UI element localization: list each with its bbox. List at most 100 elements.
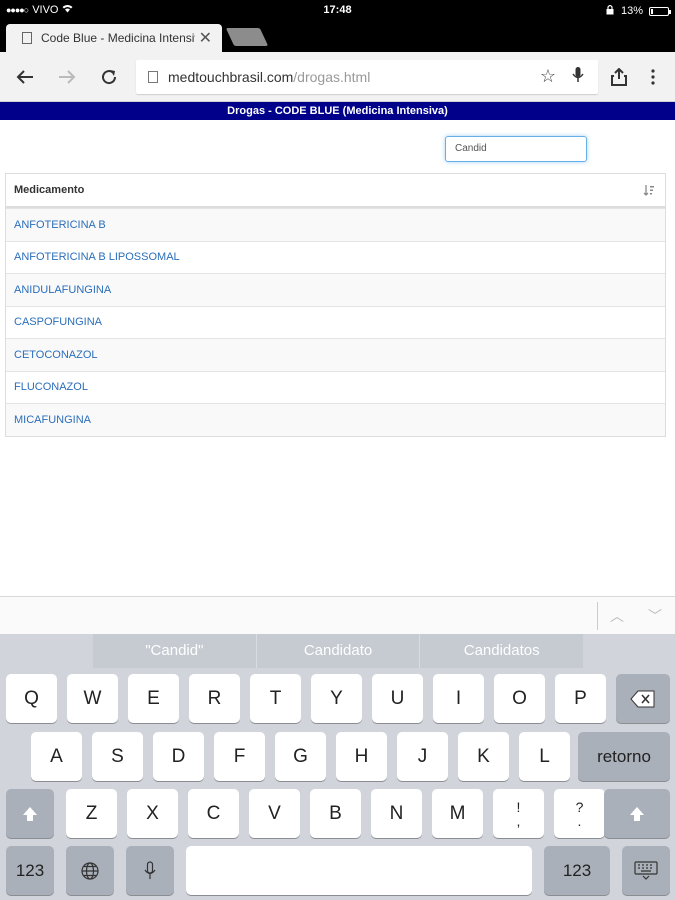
sort-icon[interactable] bbox=[643, 184, 655, 199]
key-label: Y bbox=[330, 687, 343, 709]
table-row[interactable]: MICAFUNGINA bbox=[6, 403, 665, 436]
key-r[interactable]: R bbox=[189, 674, 240, 723]
table-row[interactable]: CETOCONAZOL bbox=[6, 338, 665, 371]
address-bar[interactable]: medtouchbrasil.com/drogas.html ☆ bbox=[136, 60, 598, 94]
divider bbox=[597, 602, 598, 630]
share-icon bbox=[611, 68, 627, 86]
drug-link[interactable]: ANFOTERICINA B LIPOSSOMAL bbox=[14, 251, 180, 263]
key-f[interactable]: F bbox=[214, 732, 265, 781]
key-q[interactable]: Q bbox=[6, 674, 57, 723]
browser-toolbar: medtouchbrasil.com/drogas.html ☆ bbox=[0, 52, 675, 102]
key-label: W bbox=[83, 687, 102, 709]
hide-keyboard-key[interactable] bbox=[622, 846, 670, 895]
suggestion-item[interactable]: Candidato bbox=[257, 634, 421, 668]
drug-link[interactable]: ANIDULAFUNGINA bbox=[14, 284, 111, 296]
tab-close-icon[interactable]: ✕ bbox=[199, 28, 212, 48]
shift-icon bbox=[630, 806, 644, 821]
numbers-key[interactable]: 123 bbox=[6, 846, 54, 895]
key-label: B bbox=[329, 802, 342, 824]
key-question-period[interactable]: ?. bbox=[554, 789, 605, 838]
shift-key-right[interactable] bbox=[604, 789, 670, 838]
reload-button[interactable] bbox=[96, 64, 122, 90]
new-tab-button[interactable] bbox=[225, 28, 269, 46]
key-exclaim-comma[interactable]: !, bbox=[493, 789, 544, 838]
key-label: 123 bbox=[15, 860, 45, 880]
drug-link[interactable]: ANFOTERICINA B bbox=[14, 219, 106, 231]
dictation-key[interactable] bbox=[126, 846, 174, 895]
lock-rotation-icon bbox=[605, 4, 615, 18]
key-j[interactable]: J bbox=[397, 732, 448, 781]
page-title-banner: Drogas - CODE BLUE (Medicina Intensiva) bbox=[0, 102, 675, 120]
key-label: , bbox=[516, 812, 521, 829]
back-button[interactable] bbox=[12, 64, 38, 90]
drug-link[interactable]: MICAFUNGINA bbox=[14, 414, 91, 426]
key-o[interactable]: O bbox=[494, 674, 545, 723]
forward-button[interactable] bbox=[54, 64, 80, 90]
key-label: X bbox=[146, 802, 159, 824]
key-label: I bbox=[455, 687, 462, 709]
table-row[interactable]: ANFOTERICINA B LIPOSSOMAL bbox=[6, 240, 665, 274]
key-c[interactable]: C bbox=[188, 789, 239, 838]
key-label: O bbox=[512, 687, 527, 709]
key-label: Q bbox=[24, 687, 39, 709]
backspace-key[interactable] bbox=[616, 674, 670, 723]
table-header[interactable]: Medicamento bbox=[6, 174, 665, 208]
key-label: 123 bbox=[562, 860, 592, 880]
table-row[interactable]: FLUCONAZOL bbox=[6, 370, 665, 404]
drug-link[interactable]: FLUCONAZOL bbox=[14, 381, 88, 393]
key-label: H bbox=[354, 745, 369, 767]
key-v[interactable]: V bbox=[249, 789, 300, 838]
key-n[interactable]: N bbox=[371, 789, 422, 838]
key-m[interactable]: M bbox=[432, 789, 483, 838]
key-label: retorno bbox=[597, 746, 651, 766]
key-label: Z bbox=[85, 802, 98, 824]
key-h[interactable]: H bbox=[336, 732, 387, 781]
key-k[interactable]: K bbox=[458, 732, 509, 781]
key-d[interactable]: D bbox=[153, 732, 204, 781]
chevron-up-icon[interactable]: ︿ bbox=[610, 606, 624, 626]
key-label: V bbox=[268, 802, 281, 824]
forward-arrow-icon bbox=[59, 70, 76, 84]
key-w[interactable]: W bbox=[67, 674, 118, 723]
suggestion-item[interactable]: Candidatos bbox=[420, 634, 583, 668]
search-input[interactable]: Candid bbox=[445, 136, 587, 162]
key-s[interactable]: S bbox=[92, 732, 143, 781]
key-t[interactable]: T bbox=[250, 674, 301, 723]
key-l[interactable]: L bbox=[519, 732, 570, 781]
key-label: L bbox=[539, 745, 550, 767]
key-a[interactable]: A bbox=[31, 732, 82, 781]
key-p[interactable]: P bbox=[555, 674, 606, 723]
table-row[interactable]: CASPOFUNGINA bbox=[6, 305, 665, 339]
key-b[interactable]: B bbox=[310, 789, 361, 838]
numbers-key-right[interactable]: 123 bbox=[544, 846, 610, 895]
key-u[interactable]: U bbox=[372, 674, 423, 723]
browser-tab[interactable]: Code Blue - Medicina Intensiva ✕ bbox=[6, 24, 222, 52]
key-g[interactable]: G bbox=[275, 732, 326, 781]
star-icon[interactable]: ☆ bbox=[540, 66, 556, 87]
key-y[interactable]: Y bbox=[311, 674, 362, 723]
back-arrow-icon bbox=[16, 70, 33, 84]
return-key[interactable]: retorno bbox=[578, 732, 670, 781]
mic-icon[interactable] bbox=[572, 66, 584, 89]
chevron-down-icon[interactable]: ﹀ bbox=[648, 606, 662, 626]
status-time: 17:48 bbox=[323, 4, 352, 16]
key-label: D bbox=[171, 745, 186, 767]
key-x[interactable]: X bbox=[127, 789, 178, 838]
drug-link[interactable]: CETOCONAZOL bbox=[14, 349, 98, 361]
key-e[interactable]: E bbox=[128, 674, 179, 723]
key-label: E bbox=[147, 687, 160, 709]
shift-key[interactable] bbox=[6, 789, 54, 838]
space-key[interactable] bbox=[186, 846, 532, 895]
share-button[interactable] bbox=[606, 64, 632, 90]
key-i[interactable]: I bbox=[433, 674, 484, 723]
table-row[interactable]: ANIDULAFUNGINA bbox=[6, 273, 665, 306]
globe-key[interactable] bbox=[66, 846, 114, 895]
table-row[interactable]: ANFOTERICINA B bbox=[6, 208, 665, 241]
suggestion-item[interactable]: "Candid" bbox=[93, 634, 257, 668]
battery-percent: 13% bbox=[620, 5, 643, 17]
drug-link[interactable]: CASPOFUNGINA bbox=[14, 316, 102, 328]
key-z[interactable]: Z bbox=[66, 789, 117, 838]
key-label: U bbox=[390, 687, 405, 709]
menu-button[interactable] bbox=[640, 64, 666, 90]
key-label: P bbox=[574, 687, 587, 709]
